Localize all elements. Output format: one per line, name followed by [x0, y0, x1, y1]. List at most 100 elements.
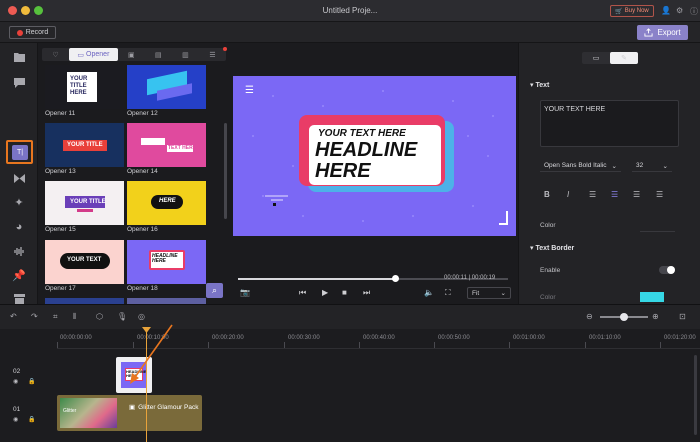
border-color-picker[interactable] — [640, 292, 664, 302]
redo-icon[interactable]: ↷ — [31, 312, 38, 321]
search-button[interactable]: ⌕ — [206, 283, 223, 298]
library-item-opener-18[interactable]: HEADLINE HERE — [127, 240, 206, 284]
edit-icon: ✎ — [621, 55, 627, 62]
text-input[interactable]: YOUR TEXT HERE — [540, 100, 679, 147]
skip-forward-icon[interactable]: ⏭ — [363, 288, 370, 298]
text-color-picker[interactable] — [640, 220, 675, 232]
text-section-header[interactable]: ▾ Text — [530, 81, 549, 89]
window-title: Untitled Proje... — [322, 6, 378, 15]
magic-icon[interactable]: ✦ — [11, 194, 27, 210]
preview-headline: HEADLINE HERE — [315, 140, 417, 182]
text-border-section-header[interactable]: ▾ Text Border — [530, 244, 574, 252]
fit-timeline-icon[interactable]: ⊡ — [679, 312, 686, 321]
preview-headline-line1: HEADLINE — [315, 139, 418, 161]
ruler-mark — [359, 342, 360, 348]
eye-icon[interactable]: ◉ — [13, 378, 18, 385]
zoom-in-icon[interactable]: ⊕ — [652, 312, 659, 321]
media-icon[interactable] — [11, 49, 27, 65]
lock-icon[interactable]: 🔒 — [28, 378, 35, 385]
ruler-label: 00:00:00:00 — [60, 335, 92, 341]
ruler-label: 00:00:30:00 — [288, 335, 320, 341]
tab-subtitles[interactable]: ▣ — [118, 48, 145, 61]
track-number: 02 — [13, 368, 21, 375]
split-icon[interactable]: ⫴ — [73, 312, 76, 322]
timeline-zoom-slider[interactable] — [600, 313, 648, 321]
user-icon[interactable]: 👤 — [661, 6, 671, 15]
buy-now-button[interactable]: 🛒 Buy Now — [610, 5, 654, 17]
snapshot-icon[interactable]: 📷 — [240, 288, 250, 297]
toggle-knob — [667, 266, 675, 274]
transition-icon[interactable] — [11, 170, 27, 186]
audio-icon[interactable] — [11, 243, 27, 259]
font-size-select[interactable]: 32 ⌄ — [632, 160, 672, 172]
pin-icon[interactable]: 📌 — [11, 267, 27, 283]
lower-third-icon: ▤ — [155, 51, 162, 59]
volume-icon[interactable]: 🔈 — [424, 288, 434, 297]
search-icon: ⌕ — [211, 285, 218, 295]
fullscreen-icon[interactable]: ⛶ — [445, 288, 451, 298]
chevron-down-icon: ⌄ — [500, 290, 506, 297]
ruler-mark — [509, 342, 510, 348]
settings-icon[interactable]: ⚙ — [676, 6, 683, 15]
timeline-scrollbar[interactable] — [694, 355, 697, 435]
preview-panel: ☰ YOUR TEXT HERE HEADLINE HERE 00:00:11 … — [230, 43, 518, 304]
annotation-arrow — [130, 324, 173, 384]
border-color-label: Color — [540, 294, 556, 301]
library-item-label: Opener 11 — [45, 110, 76, 117]
glitter-glamour-clip[interactable]: Glitter ▣ Glitter Glamour Pack — [57, 395, 202, 431]
tab-more[interactable]: ☰ — [199, 48, 226, 61]
tab-favorites[interactable]: ♡ — [42, 48, 69, 61]
zoom-out-icon[interactable]: ⊖ — [586, 312, 593, 321]
title-bar: Untitled Proje... 🛒 Buy Now 👤 ⚙ ⓘ — [0, 0, 700, 22]
chat-icon[interactable] — [11, 75, 27, 91]
align-left-icon[interactable]: ☰ — [589, 190, 596, 199]
sidebar-item-text-active[interactable]: T| — [6, 140, 33, 164]
align-justify-icon[interactable]: ☰ — [656, 190, 663, 199]
align-center-icon[interactable]: ☰ — [611, 190, 618, 199]
eye-icon[interactable]: ◉ — [13, 416, 18, 423]
tab-lower-third[interactable]: ▤ — [145, 48, 172, 61]
thumb-text: TEXT HERE — [168, 145, 197, 151]
video-mode-tab[interactable]: ▭ — [582, 52, 610, 64]
menu-icon[interactable]: ☰ — [245, 85, 254, 96]
enable-border-toggle[interactable] — [659, 266, 675, 274]
library-item-opener-14[interactable]: TEXT HERE — [127, 123, 206, 167]
bold-button[interactable]: B — [544, 190, 550, 199]
preview-canvas[interactable]: ☰ YOUR TEXT HERE HEADLINE HERE — [233, 76, 516, 236]
track-header-01: 01 ◉ 🔒 — [0, 395, 56, 431]
info-icon[interactable]: ⓘ — [690, 6, 698, 17]
stop-icon[interactable]: ■ — [342, 288, 347, 297]
library-item-opener-16[interactable]: HERE — [127, 181, 206, 225]
library-scrollbar[interactable] — [224, 123, 227, 219]
library-tabs: ♡ ▭ Opener ▣ ▤ ▥ ☰ — [42, 48, 226, 61]
align-right-icon[interactable]: ☰ — [633, 190, 640, 199]
library-item-opener-12[interactable] — [127, 65, 206, 109]
record-button[interactable]: Record — [9, 26, 56, 39]
edit-mode-tab[interactable]: ✎ — [610, 52, 638, 64]
preview-headline-line2: HERE — [315, 160, 371, 182]
sticker-icon[interactable]: ◕ — [11, 219, 27, 235]
zoom-fit-select[interactable]: Fit ⌄ — [467, 287, 511, 299]
library-item-label: Opener 15 — [45, 226, 76, 233]
tab-callout[interactable]: ▥ — [172, 48, 199, 61]
timeline-toolbar: ↶ ↷ ⌗ ⫴ ⬡ 🎙 ◎ ⊖ ⊕ ⊡ — [0, 305, 700, 329]
clip-name: Glitter Glamour Pack — [138, 403, 199, 411]
font-family-select[interactable]: Open Sans Bold Italic ⌄ — [540, 160, 621, 172]
undo-icon[interactable]: ↶ — [10, 312, 17, 321]
mask-icon[interactable]: ⬡ — [96, 312, 103, 321]
italic-button[interactable]: I — [567, 190, 569, 199]
scrubber-handle[interactable] — [391, 275, 399, 282]
skip-back-icon[interactable]: ⏮ — [299, 288, 306, 298]
zoom-slider-handle[interactable] — [620, 313, 628, 321]
library-item-opener-11[interactable]: YOUR TITLE HERE — [45, 65, 124, 109]
enable-label: Enable — [540, 267, 561, 274]
export-button[interactable]: Export — [637, 25, 688, 40]
library-item-opener-13[interactable]: YOUR TITLE — [45, 123, 124, 167]
tab-opener[interactable]: ▭ Opener — [69, 48, 118, 61]
play-icon[interactable]: ▶ — [322, 288, 328, 297]
lock-icon[interactable]: 🔒 — [28, 416, 35, 423]
library-item-opener-17[interactable]: YOUR TEXT — [45, 240, 124, 284]
crop-icon[interactable]: ⌗ — [53, 312, 58, 322]
heart-icon: ♡ — [52, 51, 59, 59]
library-item-opener-15[interactable]: YOUR TITLE — [45, 181, 124, 225]
